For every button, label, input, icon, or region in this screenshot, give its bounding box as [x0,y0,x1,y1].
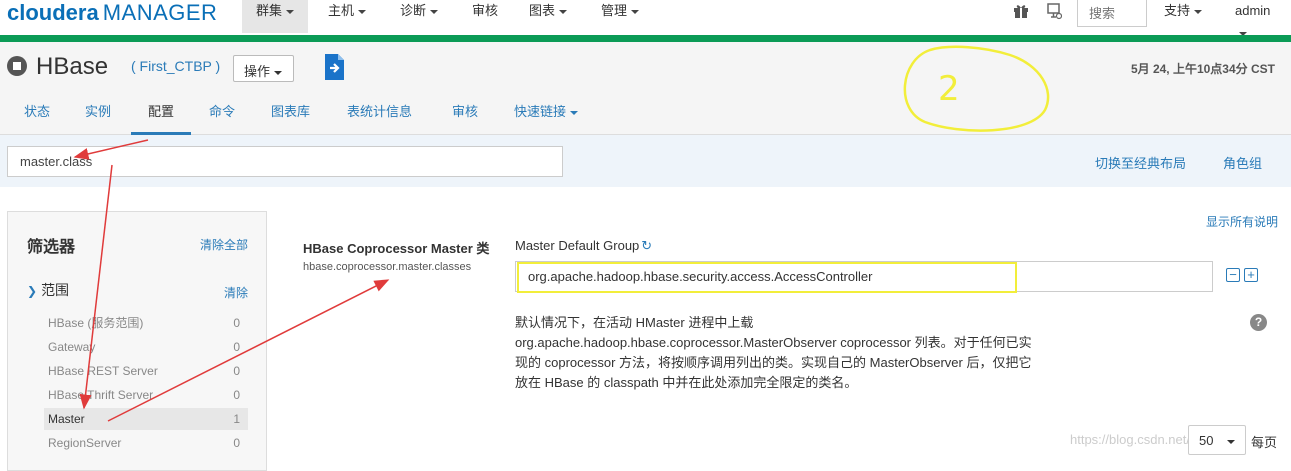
monitor-icon[interactable] [1046,3,1062,20]
tab-status[interactable]: 状态 [24,92,50,135]
service-status-icon [7,56,27,76]
filter-row[interactable]: Gateway 0 [44,336,248,358]
tab-table-statistics[interactable]: 表统计信息 [347,92,412,135]
filter-count: 0 [233,388,240,402]
service-name: HBase [36,53,109,80]
scope-clear-link[interactable]: 清除 [224,284,248,301]
chevron-down-icon: ❯ [27,284,38,298]
chevron-down-icon [430,9,439,14]
show-all-descriptions-link[interactable]: 显示所有说明 [1206,213,1278,230]
filter-count: 0 [233,340,240,354]
filter-count: 0 [233,364,240,378]
nav-support[interactable]: 支持 [1150,0,1216,33]
top-navbar: clouderaMANAGER 群集 主机 诊断 审核 图表 管理 支持 adm… [0,0,1291,36]
filter-count: 1 [233,412,240,426]
nav-support-label: 支持 [1164,3,1191,18]
remove-value-icon[interactable]: − [1226,268,1240,282]
role-group-name: Master Default Group [515,238,640,253]
scope-toggle[interactable]: ❯ 范围 [27,280,69,300]
tab-chart-library[interactable]: 图表库 [271,92,310,135]
export-config-icon[interactable] [323,53,347,81]
timestamp: 5月 24, 上午10点34分 CST [1130,62,1275,76]
chevron-down-icon [286,9,295,14]
nav-user-label: admin [1235,3,1271,18]
actions-button[interactable]: 操作 [233,55,294,82]
chevron-down-icon [1227,439,1236,444]
nav-charts-label: 图表 [529,3,556,18]
chevron-down-icon [559,9,568,14]
help-icon[interactable]: ? [1250,314,1267,331]
scope-title: 范围 [41,282,70,298]
nav-clusters[interactable]: 群集 [242,0,309,33]
per-page-select[interactable]: 50 [1188,425,1246,455]
filter-row[interactable]: HBase (服务范围) 0 [44,312,248,334]
description-line: 放在 HBase 的 classpath 中并在此处添加完全限定的类名。 [515,375,858,390]
property-description: 默认情况下，在活动 HMaster 进程中上载 org.apache.hadoo… [515,313,1075,393]
chevron-down-icon [1194,9,1203,14]
filter-label: HBase Thrift Server [48,388,154,402]
classic-layout-link[interactable]: 切换至经典布局 [1095,153,1186,172]
description-line: org.apache.hadoop.hbase.coprocessor.Mast… [515,335,1032,350]
tab-instances[interactable]: 实例 [85,92,111,135]
filter-label: Gateway [48,340,96,354]
filter-count: 0 [233,316,240,330]
property-title: HBase Coprocessor Master 类 [303,241,490,256]
gift-icon[interactable] [1013,3,1029,19]
role-group-label: Master Default Group ↻ [515,238,652,254]
nav-administration[interactable]: 管理 [587,0,653,33]
role-groups-link[interactable]: 角色组 [1223,153,1262,172]
clear-all-link[interactable]: 清除全部 [200,236,248,253]
nav-hosts[interactable]: 主机 [314,0,380,33]
cloudera-manager-logo[interactable]: cloudera MANAGER [7,0,217,25]
chevron-down-icon [358,9,367,14]
filter-label: Master [48,412,85,426]
watermark: https://blog.csdn.net/ja [1070,432,1201,447]
nav-charts[interactable]: 图表 [515,0,581,33]
logo-brand-text: cloudera [7,0,99,25]
undo-icon[interactable]: ↻ [641,238,652,253]
status-bar [0,35,1291,42]
logo-product-text: MANAGER [102,0,218,25]
actions-button-label: 操作 [244,64,271,79]
filters-title: 筛选器 [27,239,76,256]
filter-count: 0 [233,436,240,450]
highlight-box [517,262,1017,293]
per-page-value: 50 [1199,433,1214,448]
nav-diagnostics[interactable]: 诊断 [386,0,452,33]
filter-row-selected[interactable]: Master 1 [44,408,248,430]
add-value-icon[interactable]: + [1244,268,1258,282]
config-search-bar: 切换至经典布局 角色组 [0,135,1291,187]
description-line: 默认情况下，在活动 HMaster 进程中上载 [515,315,754,330]
service-tabs: 状态 实例 配置 命令 图表库 表统计信息 审核 快速链接 [0,92,1291,135]
nav-clusters-label: 群集 [256,3,283,18]
nav-audits-label: 审核 [472,3,499,18]
nav-user[interactable]: admin [1221,0,1291,36]
property-key: hbase.coprocessor.master.classes [303,261,472,273]
chevron-down-icon [274,70,283,75]
tab-commands[interactable]: 命令 [209,92,235,135]
filter-label: HBase (服务范围) [48,316,144,330]
filters-panel: 筛选器 清除全部 ❯ 范围 清除 HBase (服务范围) 0 Gateway 0 H… [7,211,267,471]
tab-quick-links[interactable]: 快速链接 [514,92,579,135]
filter-row[interactable]: HBase REST Server 0 [44,360,248,382]
filter-label: RegionServer [48,436,122,450]
filter-row[interactable]: HBase Thrift Server 0 [44,384,248,406]
per-page-label: 每页 [1251,435,1278,450]
nav-audits[interactable]: 审核 [458,0,512,33]
tab-audits[interactable]: 审核 [452,92,478,135]
nav-hosts-label: 主机 [328,3,355,18]
global-search-input[interactable] [1077,0,1147,27]
tab-quick-links-label: 快速链接 [514,104,567,119]
tab-configuration[interactable]: 配置 [131,92,191,135]
filter-label: HBase REST Server [48,364,158,378]
description-line: 现的 coprocessor 方法，将按顺序调用列出的类。实现自己的 Maste… [515,355,1032,370]
filter-row[interactable]: RegionServer 0 [44,432,248,454]
config-search-input[interactable] [7,146,563,177]
chevron-down-icon [570,110,579,115]
service-header: HBase ( First_CTBP ) 操作 5月 24, 上午10点34分 … [0,42,1291,92]
chevron-down-icon [631,9,640,14]
nav-diagnostics-label: 诊断 [400,3,427,18]
cluster-link[interactable]: ( First_CTBP ) [131,58,220,74]
nav-administration-label: 管理 [601,3,628,18]
